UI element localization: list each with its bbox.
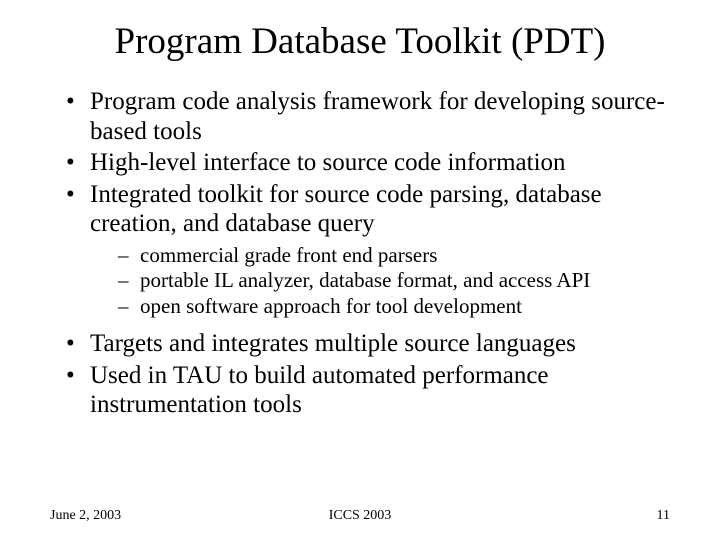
bullet-item: Used in TAU to build automated performan… [60,361,670,420]
bullet-item: High-level interface to source code info… [60,148,670,178]
slide-footer: June 2, 2003 ICCS 2003 11 [50,508,670,524]
bullet-item: Integrated toolkit for source code parsi… [60,180,670,320]
footer-date: June 2, 2003 [50,508,121,524]
bullet-text: Targets and integrates [90,330,315,357]
bullet-text: Used in TAU to build [90,362,312,389]
bullet-text-emph: multiple source languages [315,330,576,357]
sub-bullet-item: open software approach for tool developm… [118,294,670,320]
bullet-text: to source code information [291,149,566,176]
sub-bullet-text: commercial grade front end parsers [140,243,437,267]
footer-venue: ICCS 2003 [50,508,670,524]
sub-bullet-list: commercial grade front end parsers porta… [90,243,670,320]
bullet-item: Program code analysis framework for deve… [60,87,670,146]
sub-bullet-text: open software approach for tool developm… [140,294,522,318]
sub-bullet-item: commercial grade front end parsers [118,243,670,269]
bullet-text-emph: High-level interface [90,149,291,176]
slide: Program Database Toolkit (PDT) Program c… [0,0,720,540]
sub-bullet-item: portable IL analyzer, database format, a… [118,268,670,294]
bullet-list: Program code analysis framework for deve… [50,87,670,420]
bullet-text-emph: Program code analysis framework [90,88,432,115]
slide-title: Program Database Toolkit (PDT) [50,20,670,63]
bullet-item: Targets and integrates multiple source l… [60,329,670,359]
bullet-text-emph: Integrated toolkit [90,181,263,208]
footer-page: 11 [657,508,670,524]
sub-bullet-text: portable IL analyzer, database format, a… [140,268,590,292]
